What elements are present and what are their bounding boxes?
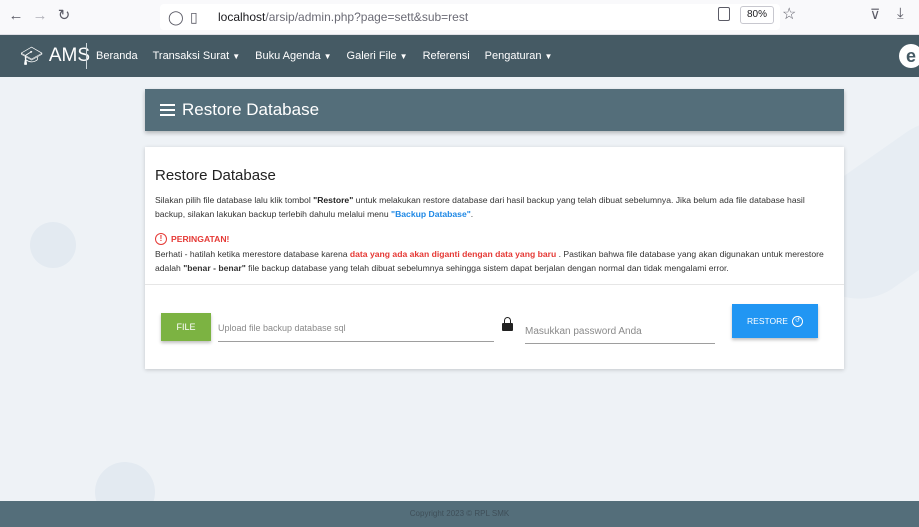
caret-down-icon: ▼ [399, 52, 408, 61]
menu-label: Referensi [422, 50, 470, 62]
backup-database-link[interactable]: "Backup Database" [391, 209, 471, 219]
forward-arrow-icon[interactable]: → [30, 6, 50, 26]
caret-down-icon: ▼ [232, 52, 241, 61]
list-icon [160, 104, 175, 116]
menu-item-galeri-file[interactable]: Galeri File ▼ [347, 50, 408, 62]
url-host: localhost [218, 10, 266, 24]
menu-label: Pengaturan [484, 50, 542, 62]
menu-item-buku-agenda[interactable]: Buku Agenda ▼ [255, 50, 331, 62]
url-text[interactable]: localhost/arsip/admin.php?page=sett&sub=… [218, 8, 468, 26]
download-icon[interactable]: ⤓ [897, 5, 904, 22]
brand[interactable]: 🎓︎ AMS [20, 35, 90, 77]
desc-part: . [470, 209, 474, 219]
page-icon: ▯ [190, 9, 198, 25]
warning-part: file backup database yang telah dibuat s… [245, 263, 729, 273]
brand-name: AMS [48, 45, 91, 66]
warning-title: ! PERINGATAN! [155, 233, 229, 245]
menu-label: Beranda [96, 50, 138, 62]
background-decoration [30, 222, 76, 268]
reader-view-icon[interactable] [718, 7, 730, 21]
menu-item-pengaturan[interactable]: Pengaturan ▼ [485, 50, 553, 62]
warning-highlight: data yang ada akan diganti dengan data y… [349, 249, 557, 259]
desc-bold: "Restore" [313, 195, 354, 205]
warning-text: Berhati - hatilah ketika merestore datab… [155, 247, 835, 275]
restore-label: RESTORE [747, 316, 788, 326]
bookmark-star-icon[interactable]: ☆ [782, 4, 796, 24]
menu-label: Transaksi Surat [152, 50, 230, 62]
brand-divider [86, 43, 87, 69]
url-path: /arsip/admin.php?page=sett&sub=rest [265, 10, 469, 24]
app-navbar: 🎓︎ AMS Beranda Transaksi Surat ▼ Buku Age… [0, 35, 919, 77]
menu-item-transaksi-surat[interactable]: Transaksi Surat ▼ [153, 50, 241, 62]
menu-label: Buku Agenda [255, 50, 321, 62]
menu-item-referensi[interactable]: Referensi [423, 50, 470, 62]
warning-part: Berhati - hatilah ketika merestore datab… [155, 249, 350, 259]
file-button[interactable]: FILE [161, 313, 211, 341]
caret-down-icon: ▼ [323, 52, 332, 61]
shield-icon[interactable]: ◯ [168, 7, 184, 27]
caret-down-icon: ▼ [544, 52, 553, 61]
menu-item-beranda[interactable]: Beranda [96, 50, 138, 62]
browser-toolbar: ← → ↻ ◯ ▯ localhost/arsip/admin.php?page… [0, 0, 919, 35]
lock-icon [502, 317, 513, 331]
description-text: Silakan pilih file database lalu klik to… [155, 193, 835, 221]
card-content: Restore Database Silakan pilih file data… [145, 147, 844, 285]
zoom-level[interactable]: 80% [740, 6, 775, 24]
menu-label: Galeri File [346, 50, 397, 62]
page-header: Restore Database [145, 89, 844, 131]
restore-card: Restore Database Silakan pilih file data… [145, 147, 844, 369]
warning-bold: "benar - benar" [183, 263, 246, 273]
reload-icon[interactable]: ↻ [54, 6, 74, 26]
warning-title-text: PERINGATAN! [171, 234, 230, 244]
history-icon: ↺ [791, 315, 803, 327]
footer: Copyright 2023 © RPL SMK [0, 501, 919, 527]
graduation-cap-icon: 🎓︎ [20, 45, 43, 66]
password-input[interactable] [525, 319, 715, 344]
pocket-icon[interactable]: ⊽ [870, 6, 880, 23]
warning-icon: ! [155, 233, 167, 245]
page-title: Restore Database [182, 100, 320, 119]
user-account-icon[interactable]: e [899, 44, 919, 68]
footer-copyright: Copyright 2023 © RPL SMK [409, 509, 510, 518]
back-arrow-icon[interactable]: ← [6, 6, 26, 26]
main-menu: Beranda Transaksi Surat ▼ Buku Agenda ▼ Ga… [96, 35, 567, 77]
address-bar[interactable]: ◯ ▯ localhost/arsip/admin.php?page=sett&… [160, 4, 780, 30]
card-title: Restore Database [155, 167, 276, 184]
file-path-input[interactable] [218, 315, 494, 342]
restore-button[interactable]: RESTORE ↺ [732, 304, 818, 338]
desc-part: Silakan pilih file database lalu klik to… [155, 195, 314, 205]
